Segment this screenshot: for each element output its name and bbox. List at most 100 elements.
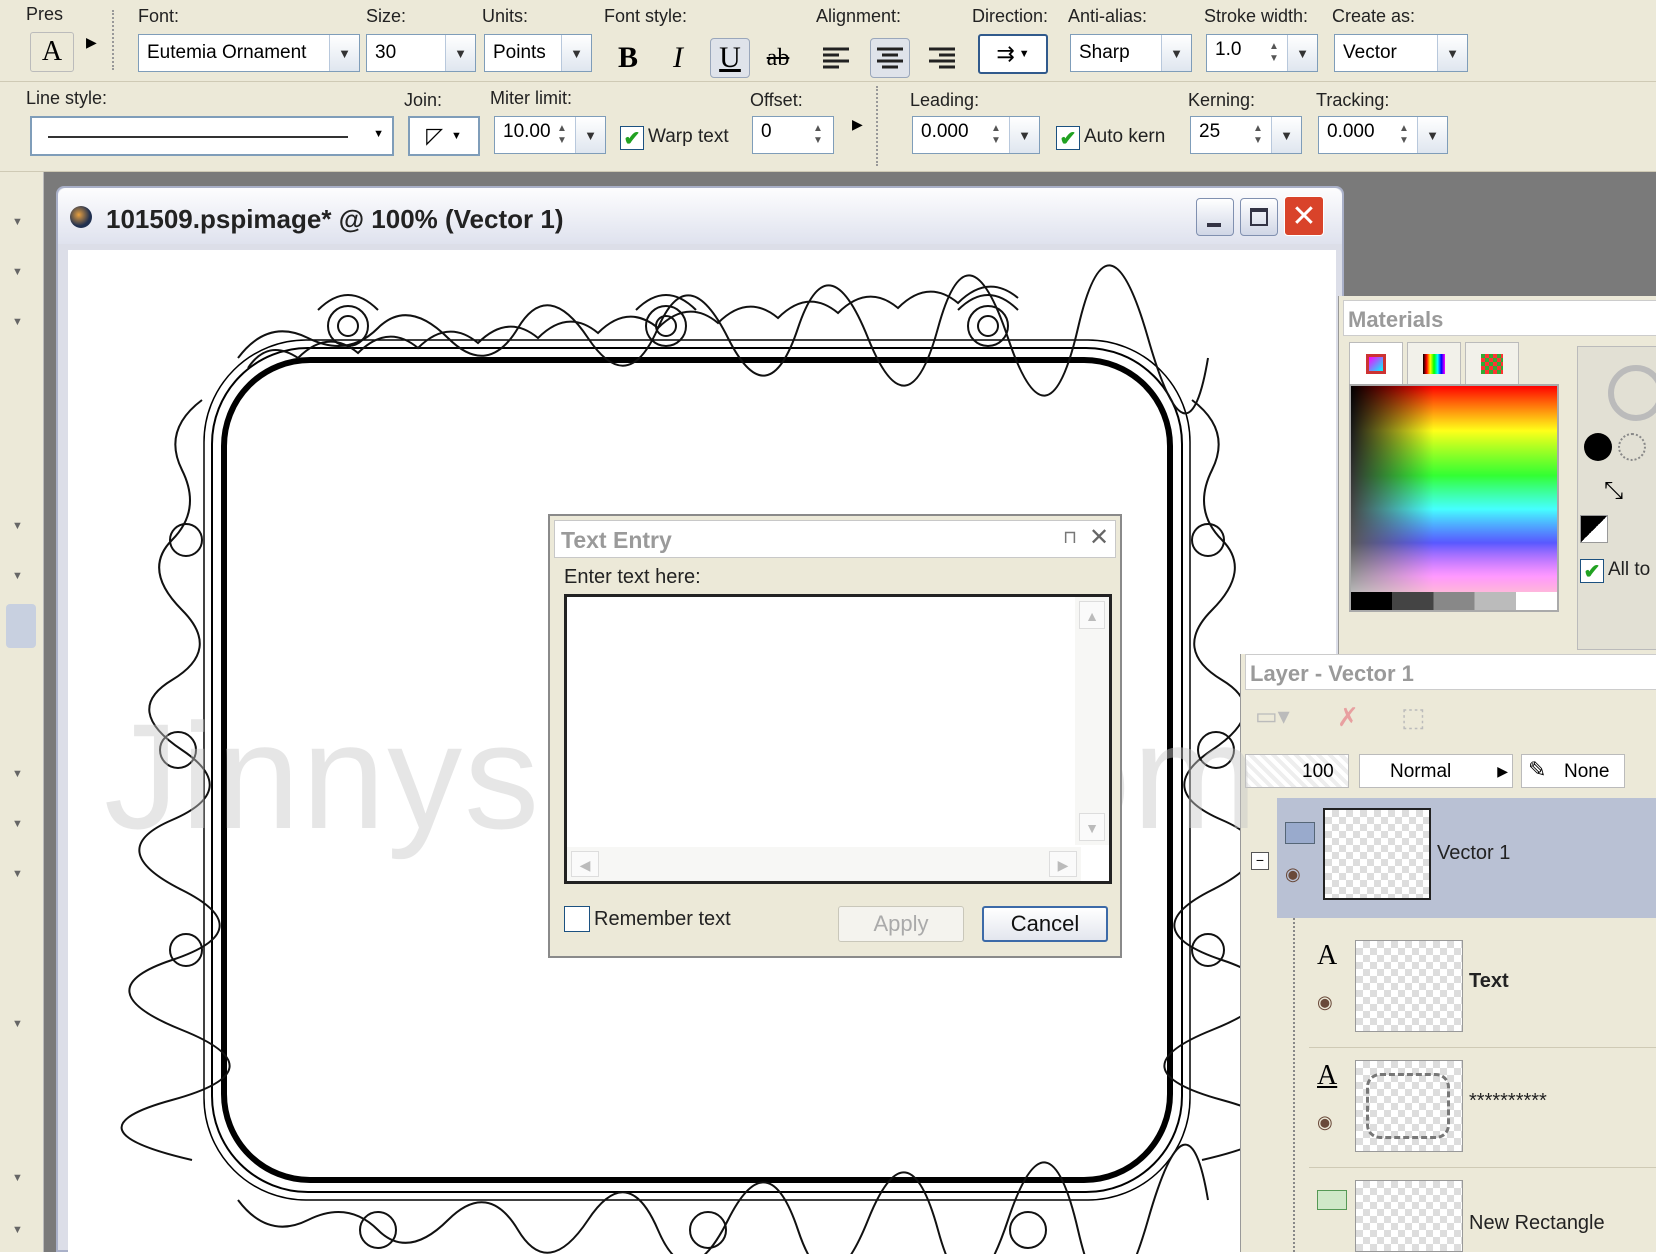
layers-titlebar[interactable]: Layer - Vector 1 (1245, 654, 1656, 690)
antialias-select[interactable]: Sharp ▼ (1070, 34, 1192, 72)
strikethrough-button[interactable]: ab (758, 38, 798, 78)
new-layer-button[interactable]: ▭▾ (1255, 702, 1313, 742)
tool-arrow-icon[interactable]: ▼ (12, 868, 23, 880)
tool-arrow-icon[interactable]: ▼ (12, 520, 23, 532)
swap-colors-icon[interactable]: ⤡ (1604, 477, 1623, 505)
tool-arrow-icon[interactable]: ▼ (12, 266, 23, 278)
grayscale-strip[interactable] (1351, 592, 1557, 610)
horizontal-scrollbar[interactable]: ◀ ▶ (567, 847, 1081, 881)
scroll-right-icon[interactable]: ▶ (1049, 851, 1077, 877)
visibility-eye-icon[interactable]: ◉ (1317, 1112, 1333, 1133)
tool-arrow-icon[interactable]: ▼ (12, 818, 23, 830)
swatch-grid-icon (1481, 353, 1503, 374)
chevron-down-icon: ▼ (1417, 117, 1447, 153)
mask-value: None (1564, 761, 1610, 782)
bold-button[interactable]: B (608, 38, 648, 78)
scroll-up-icon[interactable]: ▲ (1079, 601, 1105, 629)
cancel-button[interactable]: Cancel (982, 906, 1108, 942)
stepper-icon[interactable]: ▲ ▼ (549, 119, 575, 151)
material-properties: ⤡ ✔ All to (1577, 346, 1656, 650)
remember-text-checkbox[interactable] (564, 906, 590, 932)
default-colors-icon[interactable] (1580, 515, 1608, 543)
offset-input[interactable]: 0 ▲ ▼ (752, 116, 834, 154)
pin-icon[interactable]: ⊓ (1063, 527, 1077, 548)
stepper-icon[interactable]: ▲ ▼ (1245, 119, 1271, 151)
edit-layer-button[interactable]: ⬚ (1401, 702, 1441, 742)
create-as-select[interactable]: Vector ▼ (1334, 34, 1468, 72)
leading-input[interactable]: 0.000 ▲ ▼ ▼ (912, 116, 1040, 154)
maximize-button[interactable] (1240, 198, 1278, 236)
delete-layer-button[interactable]: ✗ (1337, 702, 1377, 742)
units-select[interactable]: Points ▼ (484, 34, 592, 72)
blend-mode-select[interactable]: Normal ▶ (1359, 754, 1513, 788)
line-style-select[interactable]: ▼ (30, 116, 394, 156)
offset-menu-arrow-icon[interactable]: ▶ (852, 116, 863, 133)
opacity-field[interactable]: 100 (1245, 754, 1349, 788)
no-material-icon[interactable] (1608, 365, 1656, 421)
tool-arrow-icon[interactable]: ▼ (12, 1018, 23, 1030)
preset-button[interactable]: A (30, 32, 74, 72)
solid-circle-icon[interactable] (1584, 433, 1612, 461)
warp-text-label: Warp text (648, 126, 729, 147)
kerning-input[interactable]: 25 ▲ ▼ ▼ (1190, 116, 1302, 154)
font-select[interactable]: Eutemia Ornament ▼ (138, 34, 360, 72)
layer-row-new-rectangle[interactable]: New Rectangle (1309, 1170, 1656, 1252)
underline-button[interactable]: U (710, 38, 750, 78)
tracking-input[interactable]: 0.000 ▲ ▼ ▼ (1318, 116, 1448, 154)
materials-titlebar[interactable]: Materials (1343, 300, 1656, 336)
layer-row-text[interactable]: A ◉ Text (1309, 930, 1656, 1048)
document-titlebar[interactable]: 101509.pspimage* @ 100% (Vector 1) ✕ (58, 188, 1342, 244)
minimize-button[interactable] (1196, 198, 1234, 236)
align-right-button[interactable] (922, 38, 962, 78)
stroke-width-input[interactable]: 1.0 ▲ ▼ ▼ (1206, 34, 1318, 72)
scroll-left-icon[interactable]: ◀ (571, 851, 599, 877)
close-button[interactable]: ✕ (1284, 196, 1324, 236)
close-icon[interactable]: ✕ (1089, 523, 1109, 552)
join-select[interactable]: ◸ ▼ (408, 116, 480, 156)
visibility-eye-icon[interactable]: ◉ (1317, 992, 1333, 1013)
join-label: Join: (404, 90, 443, 110)
tool-arrow-icon[interactable]: ▼ (12, 1224, 23, 1236)
stepper-icon[interactable]: ▲ ▼ (805, 119, 831, 151)
stepper-icon[interactable]: ▲ ▼ (1261, 37, 1287, 69)
leading-value: 0.000 (921, 121, 969, 142)
dialog-titlebar[interactable]: Text Entry ⊓ ✕ (554, 520, 1116, 558)
align-center-button[interactable] (870, 38, 910, 78)
text-tool-button[interactable] (6, 604, 36, 648)
tab-frame[interactable] (1349, 342, 1403, 384)
toolbar-divider (112, 10, 115, 70)
vertical-scrollbar[interactable]: ▲ ▼ (1075, 597, 1109, 845)
all-tools-label: All to (1608, 559, 1651, 580)
layers-palette: Layer - Vector 1 ▭▾ ✗ ⬚ 100 Normal ▶ ✎ N… (1240, 654, 1656, 1252)
tab-rainbow[interactable] (1407, 342, 1461, 384)
collapse-group-icon[interactable]: − (1251, 852, 1269, 870)
size-select[interactable]: 30 ▼ (366, 34, 476, 72)
warp-text-checkbox[interactable]: ✔ (620, 126, 644, 150)
auto-kern-checkbox[interactable]: ✔ (1056, 126, 1080, 150)
tool-arrow-icon[interactable]: ▼ (12, 1172, 23, 1184)
tool-arrow-icon[interactable]: ▼ (12, 216, 23, 228)
stepper-icon[interactable]: ▲ ▼ (1391, 119, 1417, 151)
layer-row-vector1[interactable]: ◉ Vector 1 (1277, 798, 1656, 918)
tool-arrow-icon[interactable]: ▼ (12, 316, 23, 328)
texture-circle-icon[interactable] (1618, 433, 1646, 461)
layer-thumbnail (1323, 808, 1431, 900)
direction-select[interactable]: ⇉ ▼ (978, 34, 1048, 74)
all-tools-checkbox[interactable]: ✔ (1580, 559, 1604, 583)
miter-limit-input[interactable]: 10.00 ▲ ▼ ▼ (494, 116, 606, 154)
tab-swatches[interactable] (1465, 342, 1519, 384)
text-entry-area[interactable]: ▲ ▼ ◀ ▶ (564, 594, 1112, 884)
stepper-icon[interactable]: ▲ ▼ (983, 119, 1009, 151)
align-left-button[interactable] (816, 38, 856, 78)
apply-button[interactable]: Apply (838, 906, 964, 942)
color-spectrum[interactable] (1349, 384, 1559, 612)
preset-menu-arrow-icon[interactable]: ▶ (86, 34, 97, 51)
tool-arrow-icon[interactable]: ▼ (12, 570, 23, 582)
italic-button[interactable]: I (658, 38, 698, 78)
layer-row-asterisks[interactable]: A ◉ ********** (1309, 1050, 1656, 1168)
opacity-value: 100 (1302, 761, 1334, 782)
link-mask-button[interactable]: ✎ None (1521, 754, 1625, 788)
tool-arrow-icon[interactable]: ▼ (12, 768, 23, 780)
visibility-eye-icon[interactable]: ◉ (1285, 864, 1301, 885)
scroll-down-icon[interactable]: ▼ (1079, 813, 1105, 841)
